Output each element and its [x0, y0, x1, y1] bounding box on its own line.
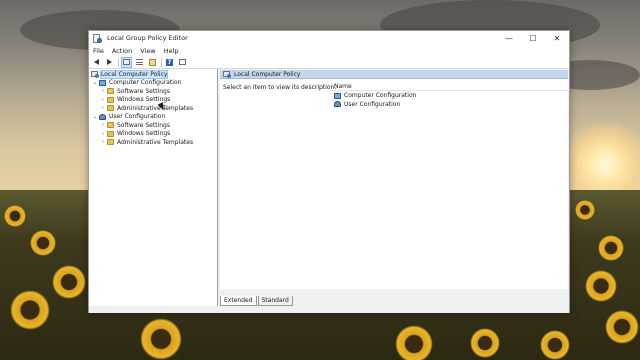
- tree-item-label: Administrative Templates: [117, 104, 194, 112]
- tree-item-computer-administrative-templates[interactable]: › Administrative Templates: [89, 104, 217, 113]
- group-policy-editor-window: Local Group Policy Editor — ☐ ✕ File Act…: [88, 30, 570, 313]
- maximize-button[interactable]: ☐: [521, 31, 545, 45]
- tree-item-user-software-settings[interactable]: › Software Settings: [89, 121, 217, 130]
- tree-item-label: Software Settings: [117, 87, 170, 95]
- menu-bar: File Action View Help: [89, 45, 569, 56]
- close-button[interactable]: ✕: [545, 31, 569, 45]
- expand-chevron-icon[interactable]: ›: [99, 139, 107, 145]
- export-list-icon[interactable]: [148, 58, 157, 67]
- folder-icon: [107, 139, 114, 146]
- tree-item-user-administrative-templates[interactable]: › Administrative Templates: [89, 138, 217, 147]
- sunflower: [10, 290, 50, 330]
- details-pane: Local Computer Policy Select an item to …: [218, 69, 569, 306]
- list-item-user-configuration[interactable]: User Configuration: [334, 101, 400, 108]
- list-item-computer-configuration[interactable]: Computer Configuration: [334, 92, 416, 99]
- list-item-label: Computer Configuration: [344, 92, 417, 99]
- tab-standard[interactable]: Standard: [257, 296, 293, 306]
- help-icon[interactable]: ?: [165, 58, 174, 67]
- user-icon: [334, 101, 341, 107]
- name-column-header[interactable]: Name: [334, 83, 352, 90]
- sunflower: [52, 265, 86, 299]
- description-text: Select an item to view its description.: [223, 84, 337, 91]
- expand-chevron-icon[interactable]: ›: [99, 105, 107, 111]
- toolbar-separator: [118, 57, 119, 67]
- sunflower: [605, 310, 639, 344]
- computer-icon: [334, 92, 341, 99]
- sunflower: [470, 328, 500, 358]
- filter-icon[interactable]: [178, 58, 187, 67]
- sunflower: [598, 235, 624, 261]
- status-bar: [89, 306, 569, 313]
- back-arrow-icon[interactable]: [92, 58, 101, 67]
- policy-icon: [223, 71, 231, 78]
- tree-item-label: User Configuration: [109, 113, 166, 121]
- expand-chevron-icon[interactable]: ›: [99, 88, 107, 94]
- tree-item-label: Software Settings: [117, 121, 170, 129]
- sunflower: [4, 205, 26, 227]
- tree-item-label: Windows Settings: [117, 130, 171, 138]
- menu-file[interactable]: File: [93, 47, 104, 55]
- tree-item-label: Administrative Templates: [117, 138, 194, 146]
- title-bar[interactable]: Local Group Policy Editor — ☐ ✕: [89, 31, 569, 45]
- details-header: Local Computer Policy: [220, 70, 568, 79]
- minimize-button[interactable]: —: [497, 31, 521, 45]
- tree-item-user-configuration[interactable]: ⌄ User Configuration: [89, 113, 217, 122]
- view-tabs: Extended Standard: [220, 296, 294, 306]
- folder-icon: [107, 88, 114, 95]
- collapse-chevron-icon[interactable]: ⌄: [91, 80, 99, 86]
- window-title: Local Group Policy Editor: [107, 34, 188, 42]
- tree-item-computer-configuration[interactable]: ⌄ Computer Configuration: [89, 79, 217, 88]
- collapse-chevron-icon[interactable]: ⌄: [91, 114, 99, 120]
- sunflower: [395, 325, 433, 360]
- tree-item-computer-windows-settings[interactable]: › Windows Settings: [89, 96, 217, 105]
- sunflower: [575, 200, 595, 220]
- sunflower: [140, 318, 182, 360]
- details-body: Select an item to view its description. …: [220, 79, 568, 289]
- menu-help[interactable]: Help: [164, 47, 179, 55]
- tree-item-label: Computer Configuration: [109, 79, 182, 87]
- folder-icon: [107, 122, 114, 129]
- folder-icon: [107, 130, 114, 137]
- user-icon: [99, 113, 106, 120]
- sunflower: [540, 330, 570, 360]
- tab-extended[interactable]: Extended: [220, 296, 257, 306]
- folder-icon: [107, 105, 114, 112]
- tree-item-local-computer-policy[interactable]: Local Computer Policy: [89, 69, 217, 79]
- list-item-label: User Configuration: [344, 100, 401, 108]
- forward-arrow-icon[interactable]: [105, 58, 114, 67]
- toolbar-separator: [161, 57, 162, 67]
- expand-chevron-icon[interactable]: ›: [99, 97, 107, 103]
- main-content: Local Computer Policy ⌄ Computer Configu…: [89, 69, 569, 306]
- folder-icon: [107, 96, 114, 103]
- column-divider: [330, 90, 568, 91]
- policy-icon: [91, 71, 99, 79]
- properties-icon[interactable]: [135, 58, 144, 67]
- tree-item-computer-software-settings[interactable]: › Software Settings: [89, 87, 217, 96]
- group-policy-app-icon: [93, 33, 102, 43]
- menu-action[interactable]: Action: [112, 47, 132, 55]
- tree-item-label: Local Computer Policy: [99, 69, 169, 79]
- computer-icon: [99, 79, 106, 86]
- expand-chevron-icon[interactable]: ›: [99, 131, 107, 137]
- console-tree-icon[interactable]: [121, 56, 132, 68]
- menu-view[interactable]: View: [140, 47, 155, 55]
- sunflower: [30, 230, 56, 256]
- toolbar: ?: [89, 56, 569, 69]
- console-tree: Local Computer Policy ⌄ Computer Configu…: [89, 69, 218, 306]
- tree-item-user-windows-settings[interactable]: › Windows Settings: [89, 130, 217, 139]
- expand-chevron-icon[interactable]: ›: [99, 122, 107, 128]
- details-header-title: Local Computer Policy: [234, 70, 301, 78]
- sunflower: [585, 270, 617, 302]
